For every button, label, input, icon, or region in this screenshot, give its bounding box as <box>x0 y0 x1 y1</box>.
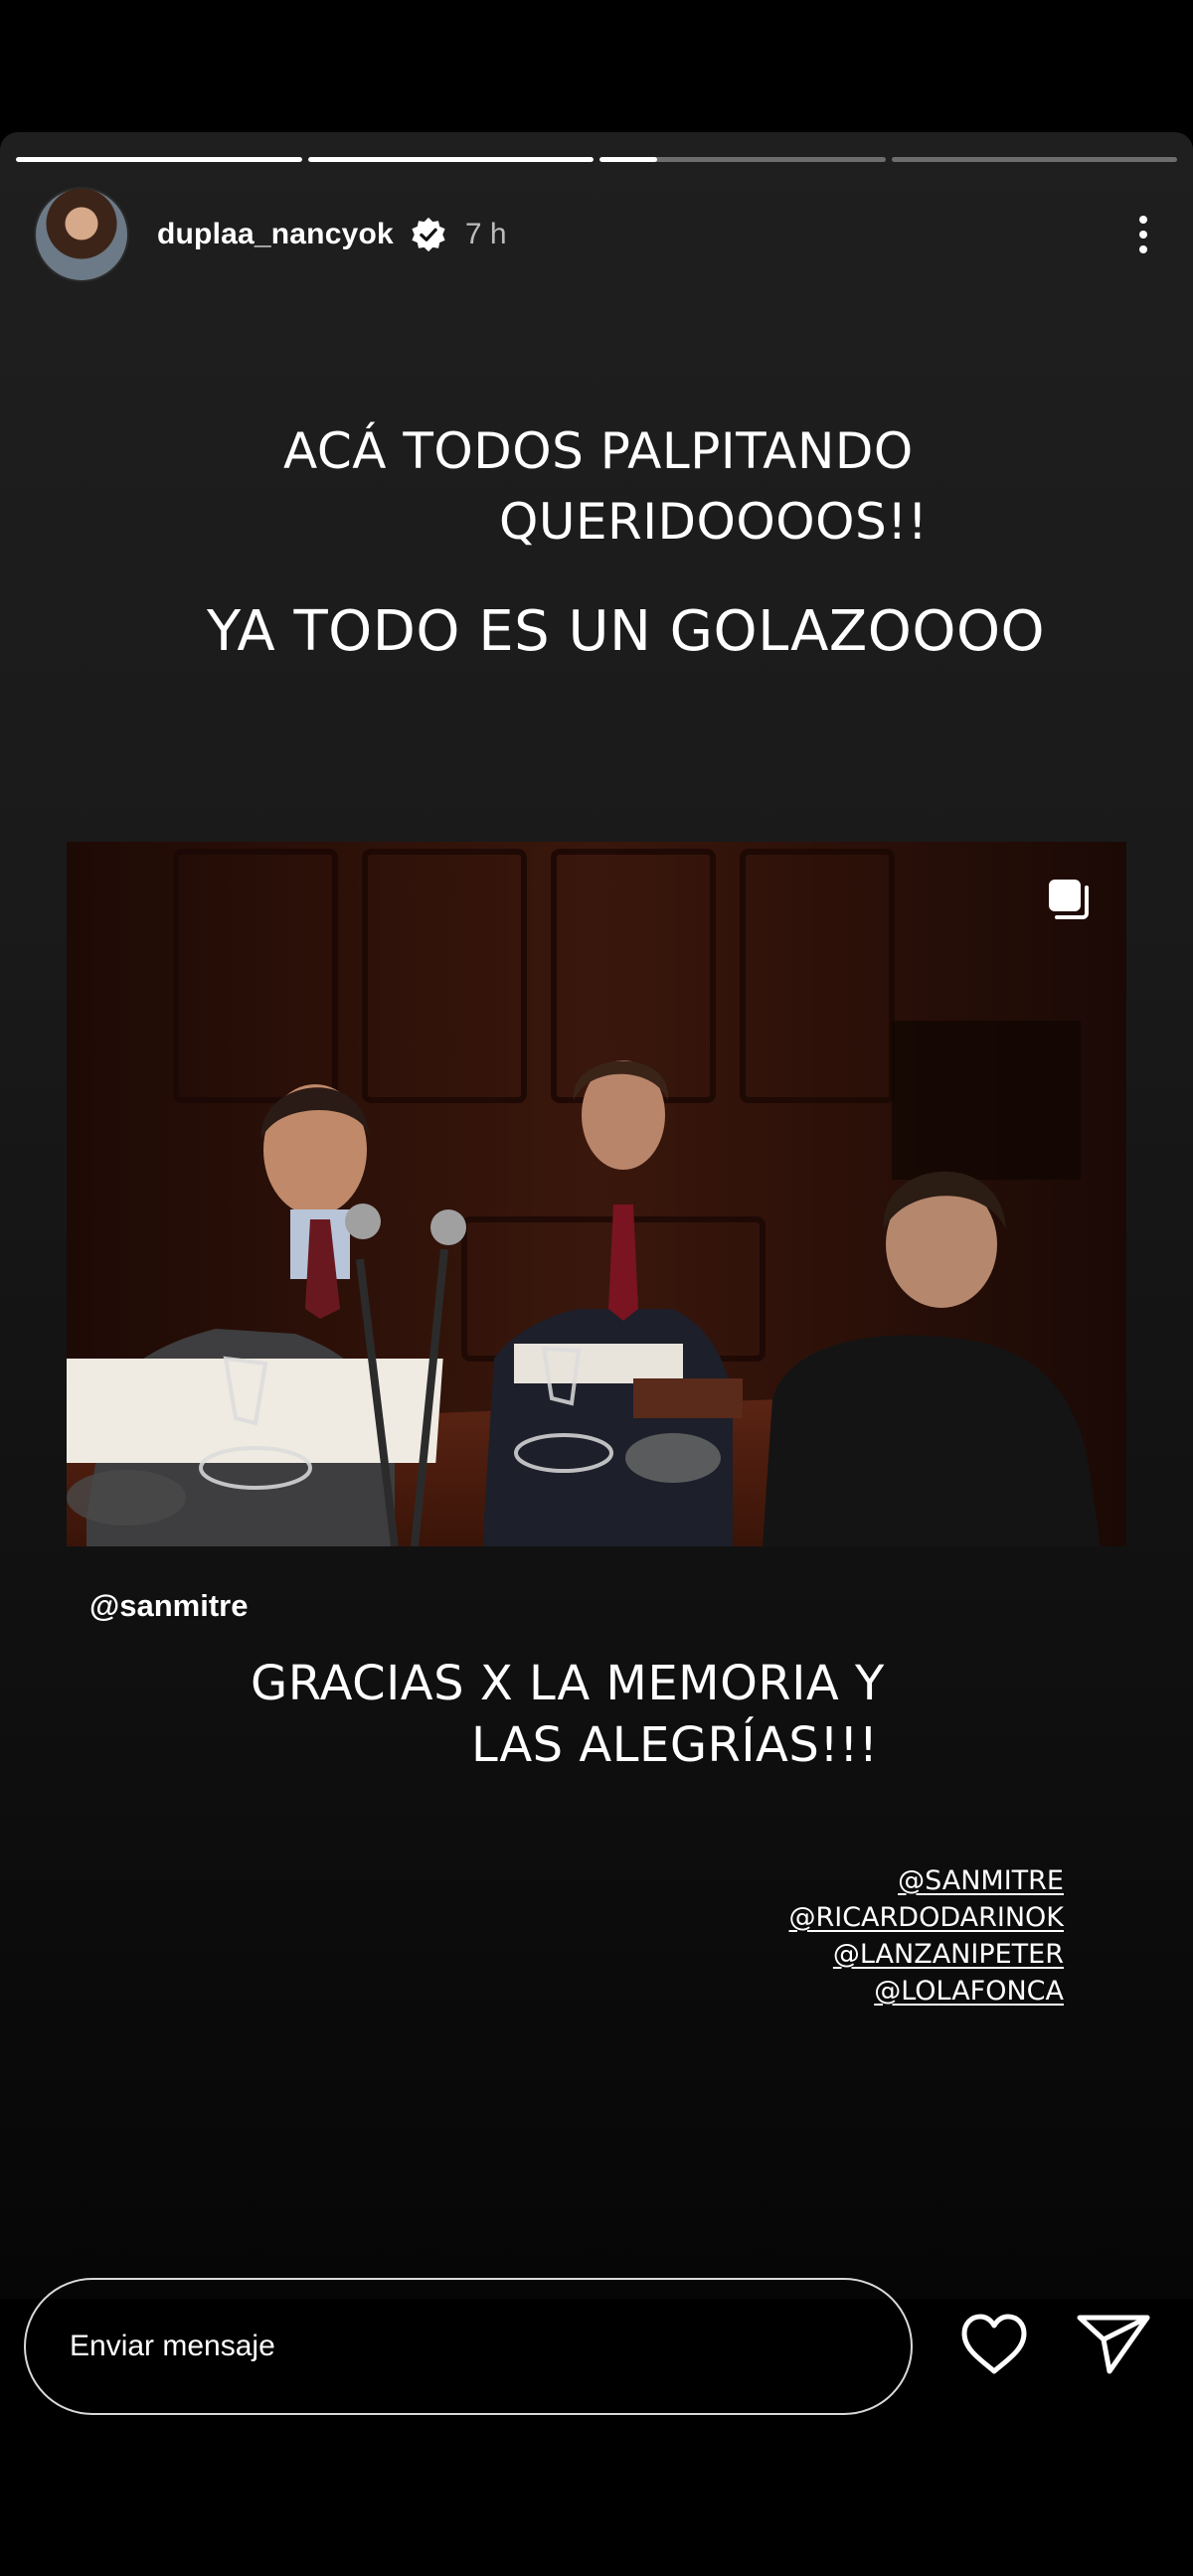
caption-top-line-1: ACÁ TODOS PALPITANDO <box>283 422 914 480</box>
shared-post-image[interactable] <box>67 842 1126 1546</box>
photo-illustration <box>67 842 1126 1546</box>
message-input[interactable]: Enviar mensaje <box>24 2278 913 2415</box>
progress-segment <box>891 157 1177 162</box>
message-placeholder: Enviar mensaje <box>70 2330 275 2362</box>
progress-segment <box>599 157 886 162</box>
story-header: duplaa_nancyok 7 h <box>34 187 1163 282</box>
mention-tags: @SANMITRE @RICARDODARINOK @LANZANIPETER … <box>788 1862 1064 2010</box>
mention-tag[interactable]: @LANZANIPETER <box>788 1936 1064 1973</box>
more-options-icon[interactable] <box>1123 205 1163 264</box>
story-progress-bar <box>16 157 1177 162</box>
caption-bottom-line-1: GRACIAS X LA MEMORIA Y <box>251 1656 885 1711</box>
progress-segment <box>307 157 594 162</box>
caption-main: YA TODO ES UN GOLAZOOOO <box>207 599 1046 664</box>
mention-chip[interactable]: @sanmitre <box>89 1588 248 1624</box>
multiple-images-icon <box>1049 880 1089 919</box>
progress-segment <box>16 157 302 162</box>
username[interactable]: duplaa_nancyok <box>157 218 394 251</box>
caption-bottom-line-2: LAS ALEGRÍAS!!! <box>471 1717 879 1773</box>
mention-tag[interactable]: @RICARDODARINOK <box>788 1899 1064 1936</box>
mention-tag[interactable]: @LOLAFONCA <box>788 1973 1064 2010</box>
mention-tag[interactable]: @SANMITRE <box>788 1862 1064 1899</box>
send-icon[interactable] <box>1074 2312 1153 2377</box>
post-time: 7 h <box>464 218 507 250</box>
avatar[interactable] <box>34 187 129 282</box>
verified-badge-icon <box>412 217 445 252</box>
heart-icon[interactable] <box>958 2312 1030 2377</box>
caption-top-line-2: QUERIDOOOOS!! <box>499 493 929 551</box>
